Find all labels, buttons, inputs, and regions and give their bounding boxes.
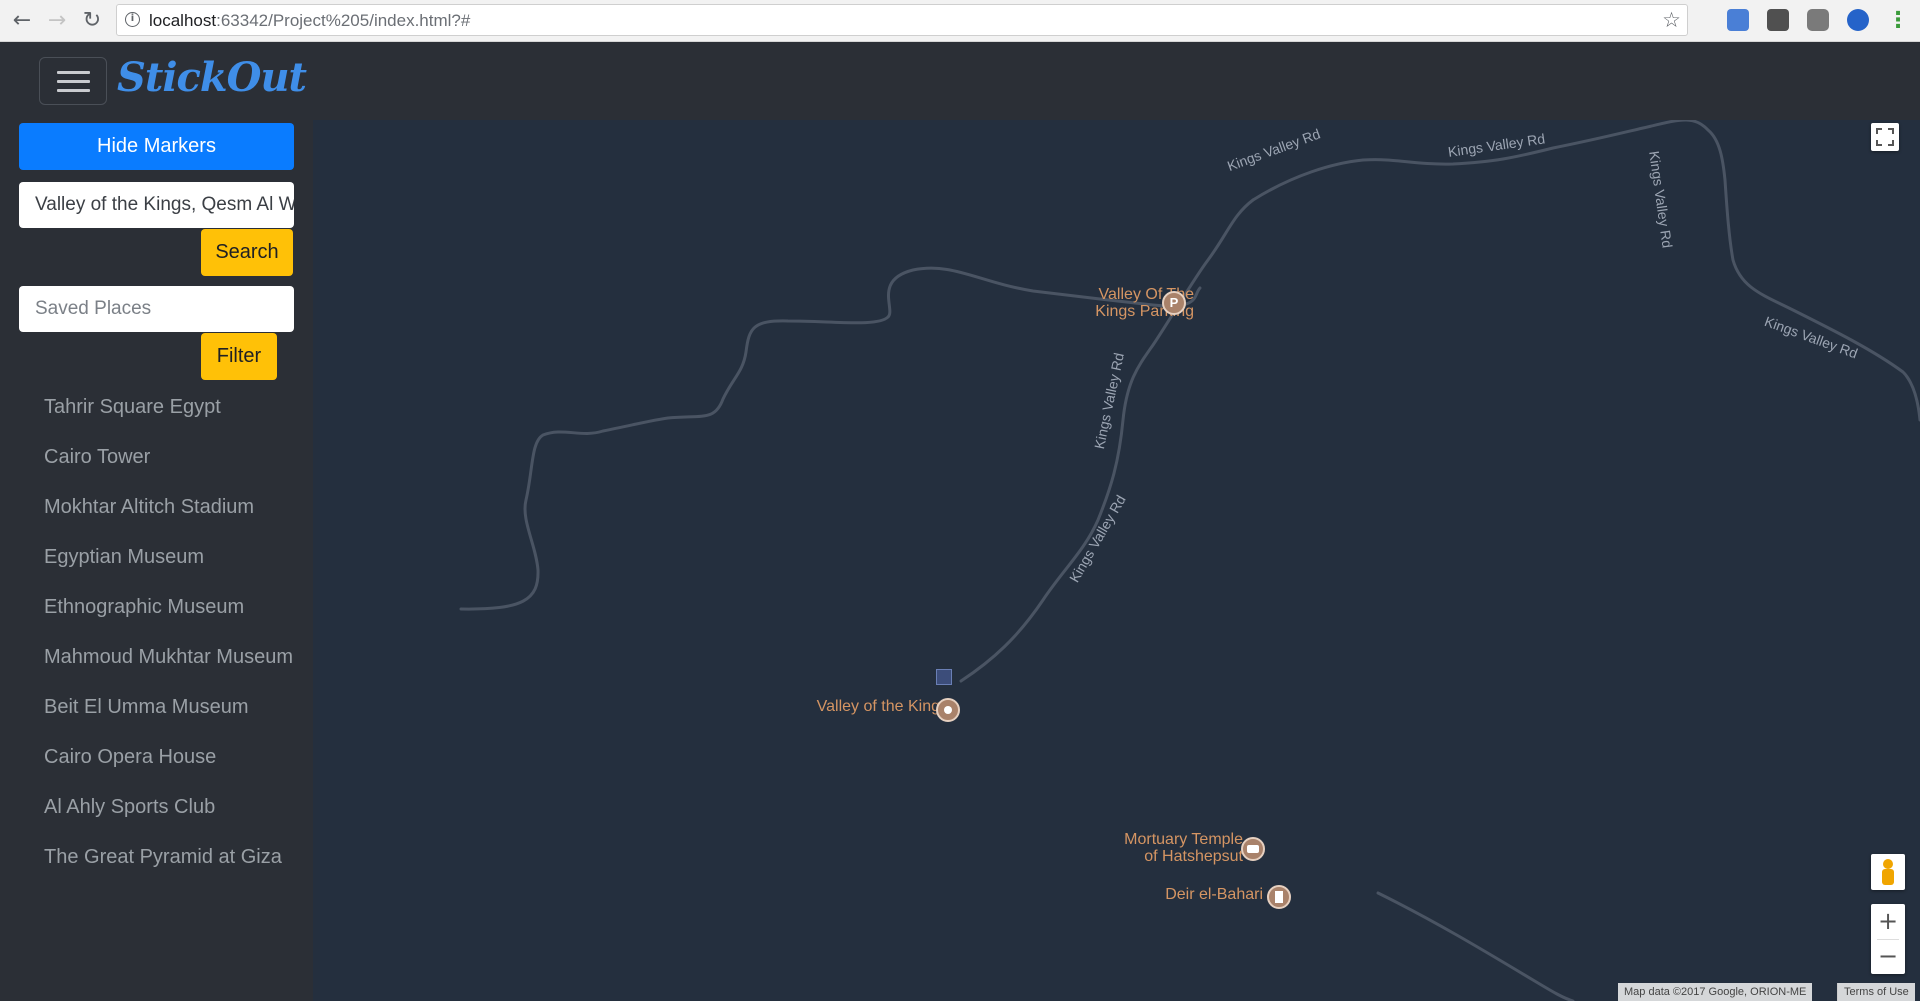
camera-body [1247, 845, 1259, 853]
place-item[interactable]: Tahrir Square Egypt [44, 396, 221, 419]
search-button[interactable]: Search [201, 229, 293, 276]
place-item[interactable]: Mokhtar Altitch Stadium [44, 496, 254, 519]
attraction-icon[interactable] [936, 698, 960, 722]
brand-logo: StickOut [117, 54, 307, 101]
place-item[interactable]: Cairo Opera House [44, 746, 216, 769]
pegman-button[interactable] [1871, 854, 1905, 890]
url-text: localhost:63342/Project%205/index.html?# [149, 11, 471, 30]
road-path [1251, 120, 1920, 422]
place-item[interactable]: Mahmoud Mukhtar Museum [44, 646, 293, 669]
monument-shape [1275, 891, 1283, 903]
poi-deir-label[interactable]: Deir el-Bahari [1073, 886, 1263, 904]
poi-temple-label[interactable]: Mortuary Temple of Hatshepsut [1073, 831, 1243, 865]
fullscreen-icon [1876, 128, 1894, 146]
place-item[interactable]: Egyptian Museum [44, 546, 204, 569]
place-item[interactable]: Ethnographic Museum [44, 596, 244, 619]
location-extension-icon[interactable] [1767, 9, 1789, 31]
bookmark-star-icon[interactable]: ☆ [1662, 8, 1681, 32]
globe-extension-icon[interactable] [1847, 9, 1869, 31]
monument-icon[interactable] [1267, 885, 1291, 909]
app-navbar: StickOut [0, 42, 1920, 120]
poi-label-line: of Hatshepsut [1144, 848, 1243, 865]
info-icon[interactable]: i [125, 12, 140, 27]
zoom-in-button[interactable]: + [1871, 904, 1905, 939]
translate-extension-icon[interactable] [1727, 9, 1749, 31]
zoom-out-button[interactable]: − [1871, 939, 1905, 974]
back-icon[interactable]: ← [9, 9, 35, 33]
address-bar[interactable]: i localhost:63342/Project%205/index.html… [116, 4, 1688, 36]
terms-link[interactable]: Terms of Use [1837, 983, 1915, 1001]
camera-extension-icon[interactable] [1807, 9, 1829, 31]
place-item[interactable]: Cairo Tower [44, 446, 150, 469]
sidebar: Hide Markers Valley of the Kings, Qesm A… [0, 120, 313, 1001]
saved-places-input[interactable]: Saved Places [19, 286, 294, 332]
map-canvas[interactable]: Kings Valley Rd Kings Valley Rd Kings Va… [313, 120, 1920, 1001]
attraction-dot [944, 706, 952, 714]
browser-toolbar: ← → ↻ i localhost:63342/Project%205/inde… [0, 0, 1920, 42]
place-item[interactable]: The Great Pyramid at Giza [44, 846, 282, 869]
hide-markers-button[interactable]: Hide Markers [19, 123, 294, 170]
poi-label-line: Mortuary Temple [1124, 831, 1243, 848]
search-input[interactable]: Valley of the Kings, Qesm Al Wahat Ad Da… [19, 182, 294, 228]
map-layer [459, 120, 1920, 1001]
camera-icon[interactable] [1241, 837, 1265, 861]
parking-icon[interactable]: P [1162, 291, 1186, 315]
hamburger-bar [57, 80, 90, 83]
pegman-icon [1882, 869, 1894, 885]
pegman-head [1883, 859, 1893, 869]
hamburger-menu-button[interactable] [39, 57, 107, 105]
place-item[interactable]: Beit El Umma Museum [44, 696, 249, 719]
forward-icon[interactable]: → [44, 9, 70, 33]
menu-kebab-icon[interactable]: ⋮ [1885, 9, 1911, 33]
map-attribution: Map data ©2017 Google, ORION-ME [1618, 983, 1813, 1001]
hamburger-bar [57, 89, 90, 92]
reload-icon[interactable]: ↻ [79, 9, 105, 33]
place-item[interactable]: Al Ahly Sports Club [44, 796, 215, 819]
hamburger-bar [57, 71, 90, 74]
poi-valley-label[interactable]: Valley of the Kings [778, 698, 948, 716]
filter-button[interactable]: Filter [201, 333, 277, 380]
place-marker-icon[interactable] [936, 669, 952, 685]
road-path [1376, 891, 1575, 1001]
zoom-control: + − [1871, 904, 1905, 974]
fullscreen-button[interactable] [1871, 123, 1899, 151]
